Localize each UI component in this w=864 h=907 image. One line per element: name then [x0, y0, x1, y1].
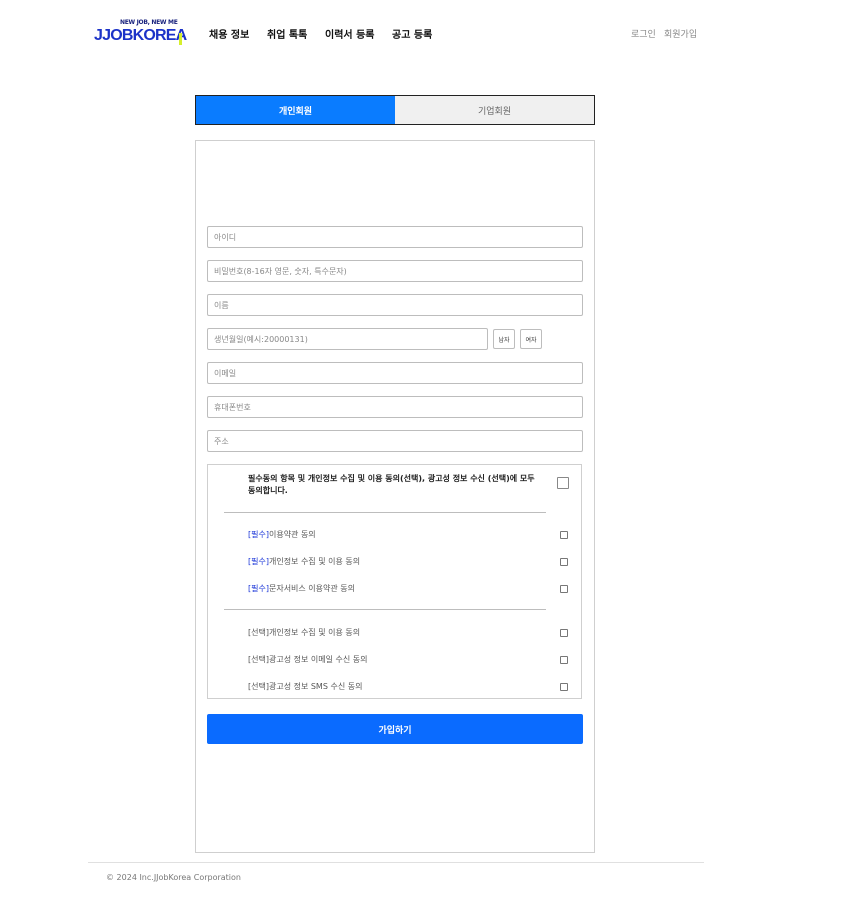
- logo-text: JJOBKOREA: [94, 27, 187, 44]
- phone-field[interactable]: [207, 396, 583, 418]
- agree-ad-email-text: 광고성 정보 이메일 수신 동의: [268, 655, 368, 664]
- name-input[interactable]: [208, 295, 582, 315]
- optional-tag: [선택]: [248, 655, 269, 664]
- logo-tagline: NEW JOB, NEW ME: [120, 19, 178, 26]
- divider: [224, 609, 546, 610]
- id-field[interactable]: [207, 226, 583, 248]
- member-type-tabs: 개인회원 기업회원: [195, 95, 595, 125]
- agree-optional-privacy-text: 개인정보 수집 및 이용 동의: [268, 628, 361, 637]
- agree-terms-checkbox[interactable]: [560, 531, 568, 539]
- phone-input[interactable]: [208, 397, 582, 417]
- footer-copyright: © 2024 Inc.JJobKorea Corporation: [106, 873, 241, 882]
- address-input[interactable]: [208, 431, 582, 451]
- tab-company-member[interactable]: 기업회원: [395, 96, 594, 124]
- required-tag: [필수]: [248, 584, 269, 593]
- footer-divider: [88, 862, 704, 863]
- agree-optional-privacy-label[interactable]: [선택]개인정보 수집 및 이용 동의: [248, 627, 360, 638]
- agree-ad-sms-checkbox[interactable]: [560, 683, 568, 691]
- agree-ad-email-checkbox[interactable]: [560, 656, 568, 664]
- email-field[interactable]: [207, 362, 583, 384]
- agree-sms-service-checkbox[interactable]: [560, 585, 568, 593]
- name-field[interactable]: [207, 294, 583, 316]
- address-field[interactable]: [207, 430, 583, 452]
- nav-post-register[interactable]: 공고 등록: [392, 26, 432, 41]
- nav-career-talk[interactable]: 취업 톡톡: [267, 26, 307, 41]
- signup-submit-button[interactable]: 가입하기: [207, 714, 583, 744]
- birthdate-field[interactable]: [207, 328, 488, 350]
- agree-sms-service-text: 문자서비스 이용약관 동의: [268, 584, 356, 593]
- agree-privacy-checkbox[interactable]: [560, 558, 568, 566]
- divider: [224, 512, 546, 513]
- agree-ad-sms-text: 광고성 정보 SMS 수신 동의: [268, 682, 363, 691]
- agree-terms-text: 이용약관 동의: [268, 530, 316, 539]
- agree-ad-sms-label[interactable]: [선택]광고성 정보 SMS 수신 동의: [248, 681, 362, 692]
- agree-ad-email-label[interactable]: [선택]광고성 정보 이메일 수신 동의: [248, 654, 367, 665]
- agree-all-label: 필수동의 항목 및 개인정보 수집 및 이용 동의(선택), 광고성 정보 수신…: [248, 474, 535, 495]
- agree-privacy-text: 개인정보 수집 및 이용 동의: [268, 557, 361, 566]
- tab-personal-member[interactable]: 개인회원: [196, 96, 395, 124]
- logo[interactable]: NEW JOB, NEW ME JJOBKOREA: [94, 19, 187, 47]
- agree-privacy-label[interactable]: [필수]개인정보 수집 및 이용 동의: [248, 556, 360, 567]
- agree-optional-privacy-checkbox[interactable]: [560, 629, 568, 637]
- gender-male-button[interactable]: 남자: [493, 329, 515, 349]
- agree-sms-service-label[interactable]: [필수]문자서비스 이용약관 동의: [248, 583, 355, 594]
- required-tag: [필수]: [248, 557, 269, 566]
- login-link[interactable]: 로그인: [631, 27, 656, 40]
- required-tag: [필수]: [248, 530, 269, 539]
- optional-tag: [선택]: [248, 628, 269, 637]
- email-input[interactable]: [208, 363, 582, 383]
- optional-tag: [선택]: [248, 682, 269, 691]
- password-input[interactable]: [208, 261, 582, 281]
- agree-terms-label[interactable]: [필수]이용약관 동의: [248, 529, 316, 540]
- password-field[interactable]: [207, 260, 583, 282]
- nav-resume-register[interactable]: 이력서 등록: [325, 26, 374, 41]
- gender-female-button[interactable]: 여자: [520, 329, 542, 349]
- birthdate-input[interactable]: [208, 329, 487, 349]
- signup-link[interactable]: 회원가입: [664, 27, 697, 40]
- id-input[interactable]: [208, 227, 582, 247]
- logo-accent-bar: [179, 33, 182, 45]
- agree-all-checkbox[interactable]: [557, 477, 569, 489]
- nav-job-info[interactable]: 채용 정보: [209, 26, 249, 41]
